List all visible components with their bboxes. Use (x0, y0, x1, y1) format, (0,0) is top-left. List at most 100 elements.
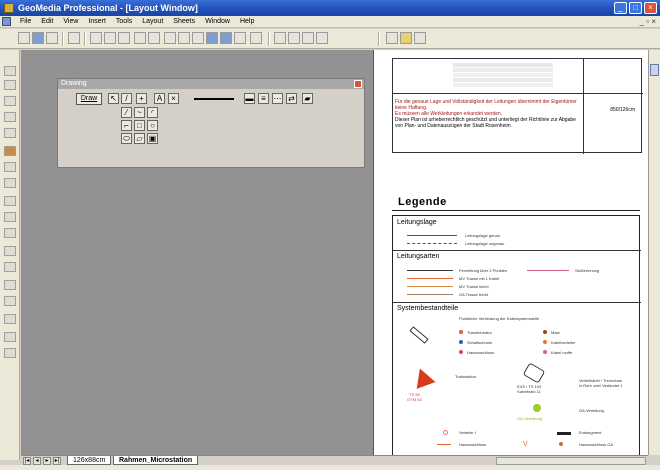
menu-layout[interactable]: Layout (137, 18, 168, 25)
measure-icon[interactable] (4, 228, 16, 238)
point-tool-icon[interactable]: + (136, 93, 147, 104)
kvs-label: KVS / TS 103 Kabeltrafo 11 (517, 384, 542, 394)
legend-dot (543, 350, 547, 354)
line-style-selector[interactable] (194, 98, 234, 100)
maximize-button[interactable]: □ (629, 2, 642, 14)
menu-help[interactable]: Help (235, 18, 259, 25)
legend-label: MV Trasse mit 1 Kabel (459, 276, 500, 281)
select-element-icon[interactable] (4, 80, 16, 90)
text-box-icon[interactable] (4, 196, 16, 206)
map-frame-icon[interactable] (4, 112, 16, 122)
properties-icon[interactable] (4, 314, 16, 324)
ellipse-tool-icon[interactable]: ⬭ (121, 133, 132, 144)
menu-insert[interactable]: Insert (83, 18, 111, 25)
save-icon[interactable] (46, 32, 58, 44)
tab-rahmen-microstation[interactable]: Rahmen_Microstation (113, 456, 199, 465)
layout-sheet-icon[interactable] (288, 32, 300, 44)
menu-file[interactable]: File (15, 18, 36, 25)
legend-label: Hausanschluss (459, 442, 487, 447)
redo-icon[interactable] (148, 32, 160, 44)
legend-label: Transformator (467, 330, 492, 335)
tab-126x88cm[interactable]: 126x88cm (67, 456, 112, 465)
zoom-in-icon[interactable] (164, 32, 176, 44)
scale-bar-icon[interactable] (4, 162, 16, 172)
filter-icon[interactable] (4, 296, 16, 306)
grid-icon[interactable] (4, 212, 16, 222)
status-bar (0, 465, 660, 470)
circle-tool-icon[interactable]: ○ (147, 120, 158, 131)
legend-icon[interactable] (4, 128, 16, 138)
layout-insert-icon[interactable] (302, 32, 314, 44)
draw-button[interactable]: Draw (76, 93, 102, 105)
menu-sheets[interactable]: Sheets (168, 18, 200, 25)
refresh-icon[interactable] (234, 32, 246, 44)
menu-edit[interactable]: Edit (36, 18, 58, 25)
next-tab-icon[interactable]: ▸ (43, 457, 51, 465)
pan-icon[interactable] (4, 96, 16, 106)
polyline-tool-icon[interactable]: ⁄ (121, 107, 132, 118)
horizontal-scrollbar[interactable] (496, 457, 646, 465)
text-tool-icon[interactable]: A (154, 93, 165, 104)
symbol-icon[interactable] (4, 280, 16, 290)
close-button[interactable]: × (644, 2, 657, 14)
layout-frame-icon[interactable] (274, 32, 286, 44)
layer-icon[interactable] (4, 246, 16, 256)
sheet-frame-icon[interactable] (414, 32, 426, 44)
sheet-grid-icon[interactable] (400, 32, 412, 44)
hausanschluss-symbol (437, 444, 451, 445)
toolbar-separator (268, 32, 270, 46)
mdi-window-controls[interactable]: _ ▫ × (640, 17, 656, 26)
polygon-tool-icon[interactable]: ▱ (134, 133, 145, 144)
menu-tools[interactable]: Tools (111, 18, 137, 25)
rectangle-tool-icon[interactable]: □ (134, 120, 145, 131)
menu-view[interactable]: View (58, 18, 83, 25)
menu-window[interactable]: Window (200, 18, 235, 25)
database-icon[interactable] (4, 348, 16, 358)
connector-tool-icon[interactable]: ⌐ (121, 120, 132, 131)
layout-sheet[interactable]: Für die genaue Lage und Vollständigkeit … (373, 50, 648, 455)
hausanschluss-ga-symbol: V (523, 441, 528, 448)
style-icon[interactable] (4, 262, 16, 272)
last-tab-icon[interactable]: ▸| (53, 457, 61, 465)
legend-label: Endsegment (579, 430, 602, 435)
undo-icon[interactable] (134, 32, 146, 44)
fill-color-icon[interactable]: ▰ (302, 93, 313, 104)
paste-icon[interactable] (118, 32, 130, 44)
curve-tool-icon[interactable]: ~ (134, 107, 145, 118)
help-pointer-icon[interactable] (250, 32, 262, 44)
minimize-button[interactable]: _ (614, 2, 627, 14)
line-color-icon[interactable]: ▬ (244, 93, 255, 104)
copy-icon[interactable] (104, 32, 116, 44)
image-tool-icon[interactable]: ▣ (147, 133, 158, 144)
zoom-area-icon[interactable] (192, 32, 204, 44)
prev-tab-icon[interactable]: ◂ (33, 457, 41, 465)
zoom-out-icon[interactable] (178, 32, 190, 44)
section-leitungslage: Leitungslage (397, 219, 437, 226)
left-tool-strip (0, 50, 20, 460)
crosshair-icon[interactable] (4, 178, 16, 188)
fit-all-icon[interactable] (206, 32, 218, 44)
line-tool-icon[interactable]: / (121, 93, 132, 104)
layout-canvas[interactable]: Drawing Draw ↖ / + A × ▬ ≡ ⋯ ⇄ ▰ ⁄ ~ ◜ ⌐… (21, 50, 648, 455)
north-arrow-icon[interactable] (4, 146, 16, 156)
vertical-scrollbar[interactable] (648, 50, 660, 455)
delete-tool-icon[interactable]: × (168, 93, 179, 104)
fit-sheet-icon[interactable] (220, 32, 232, 44)
layout-pan-icon[interactable] (316, 32, 328, 44)
open-icon[interactable] (32, 32, 44, 44)
select-arrow-icon[interactable] (4, 66, 16, 76)
line-weight-icon[interactable]: ≡ (258, 93, 269, 104)
print-icon[interactable] (68, 32, 80, 44)
select-tool-icon[interactable]: ↖ (108, 93, 119, 104)
drawing-toolbar-close-icon[interactable] (354, 80, 362, 88)
sheet-setup-icon[interactable] (386, 32, 398, 44)
arc-tool-icon[interactable]: ◜ (147, 107, 158, 118)
cut-icon[interactable] (90, 32, 102, 44)
scroll-thumb[interactable] (650, 64, 659, 76)
document-icon[interactable] (2, 17, 11, 26)
new-icon[interactable] (18, 32, 30, 44)
first-tab-icon[interactable]: |◂ (23, 457, 31, 465)
dash-style-icon[interactable]: ⋯ (272, 93, 283, 104)
arrow-style-icon[interactable]: ⇄ (286, 93, 297, 104)
image-icon[interactable] (4, 332, 16, 342)
